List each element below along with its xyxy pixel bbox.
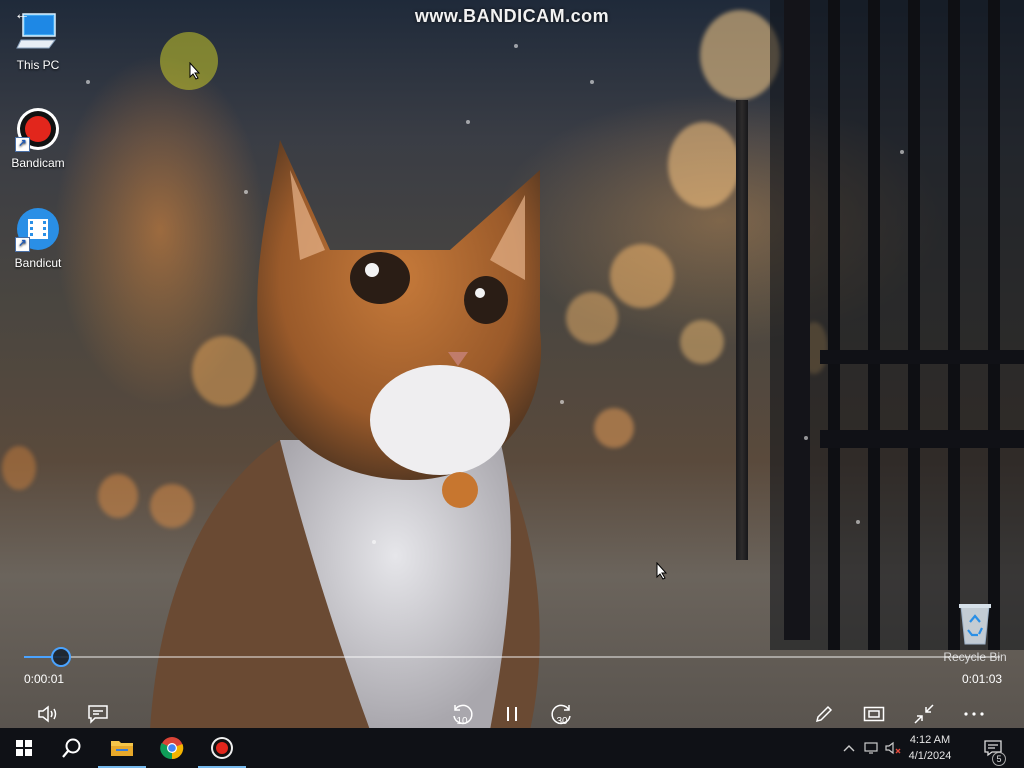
desktop-icon-label: This PC	[16, 58, 60, 72]
mini-view-button[interactable]	[858, 700, 890, 728]
shortcut-arrow-icon: ↗	[15, 137, 30, 152]
captions-icon	[88, 705, 108, 724]
skip-forward-label: 30	[556, 716, 568, 727]
snowflake	[590, 80, 594, 84]
exit-fullscreen-icon	[914, 704, 934, 724]
search-button[interactable]	[48, 728, 96, 768]
skip-forward-button[interactable]: 30	[546, 700, 578, 728]
start-button[interactable]	[0, 728, 48, 768]
skip-back-button[interactable]: 10	[446, 700, 478, 728]
snowflake	[466, 120, 470, 124]
clock-date: 4/1/2024	[908, 750, 952, 762]
bokeh-light	[668, 122, 740, 208]
desktop-icon-bandicut[interactable]: ↗ Bandicut	[0, 206, 76, 270]
snowflake	[86, 80, 90, 84]
total-time: 0:01:03	[962, 672, 1003, 686]
file-explorer-icon	[111, 741, 133, 756]
search-icon	[62, 738, 81, 758]
seek-handle[interactable]	[51, 647, 72, 667]
desktop-icon-label: Bandicam	[11, 156, 65, 170]
current-time: 0:00:01	[24, 672, 65, 686]
windows-logo-icon	[16, 740, 32, 756]
snowflake	[244, 190, 248, 194]
iron-gate	[770, 0, 1024, 650]
desktop-icon-bandicam[interactable]: ↗ Bandicam	[0, 106, 76, 170]
volume-button[interactable]	[32, 700, 64, 728]
tray-clock[interactable]: 4:12 AM 4/1/2024	[900, 732, 960, 764]
bandicam-taskbar-button[interactable]	[198, 728, 246, 768]
bokeh-light	[2, 446, 36, 490]
desktop-icon-label: Bandicut	[14, 256, 62, 270]
bokeh-light	[680, 320, 724, 364]
snowflake	[900, 150, 904, 154]
recycle-bin-icon	[955, 602, 995, 646]
snowflake	[856, 520, 860, 524]
cat-illustration	[150, 140, 542, 730]
more-icon	[964, 712, 984, 716]
volume-icon	[38, 705, 57, 723]
chrome-button[interactable]	[148, 728, 196, 768]
snowflake	[514, 44, 518, 48]
lamp-post	[736, 100, 748, 560]
bokeh-light	[566, 292, 618, 344]
snowflake	[560, 400, 564, 404]
video-frame	[0, 0, 1024, 768]
bokeh-light	[594, 408, 634, 448]
bokeh-light	[610, 244, 674, 308]
mouse-cursor-icon	[189, 62, 201, 80]
file-explorer-button[interactable]	[98, 728, 146, 768]
mini-view-icon	[863, 706, 885, 722]
seek-bar[interactable]	[24, 647, 1000, 667]
chevron-up-icon	[843, 745, 855, 752]
pause-icon	[507, 707, 517, 721]
more-options-button[interactable]	[958, 700, 990, 728]
bandicam-watermark: www.BANDICAM.com	[414, 6, 610, 26]
desktop-icon-this-pc[interactable]: This PC	[0, 8, 76, 72]
show-hidden-icons-button[interactable]	[840, 740, 858, 756]
captions-button[interactable]	[82, 700, 114, 728]
shortcut-arrow-icon: ↗	[15, 237, 30, 252]
bandicam-record-icon: ↗	[15, 106, 61, 152]
notification-count-badge: 5	[992, 752, 1006, 766]
chrome-icon	[160, 737, 184, 760]
rewind-10-icon: 10	[453, 704, 473, 727]
forward-30-icon: 30	[551, 704, 571, 727]
network-icon[interactable]	[862, 740, 880, 756]
taskbar: 4:12 AM 4/1/2024 5	[0, 728, 1024, 768]
skip-back-label: 10	[456, 716, 468, 727]
clock-time: 4:12 AM	[909, 734, 951, 746]
edit-button[interactable]	[808, 700, 840, 728]
snowflake	[804, 436, 808, 440]
snowflake	[372, 540, 376, 544]
mouse-cursor-icon	[656, 562, 668, 580]
exit-fullscreen-button[interactable]	[908, 700, 940, 728]
pause-button[interactable]	[496, 700, 528, 728]
cursor-highlight	[160, 32, 218, 90]
bandicut-film-icon: ↗	[15, 206, 61, 252]
back-arrow-icon[interactable]: ←	[14, 6, 30, 24]
pencil-icon	[815, 705, 833, 723]
bandicam-icon	[211, 737, 233, 759]
desktop-icon-recycle-bin[interactable]: Recycle Bin	[938, 602, 1012, 664]
